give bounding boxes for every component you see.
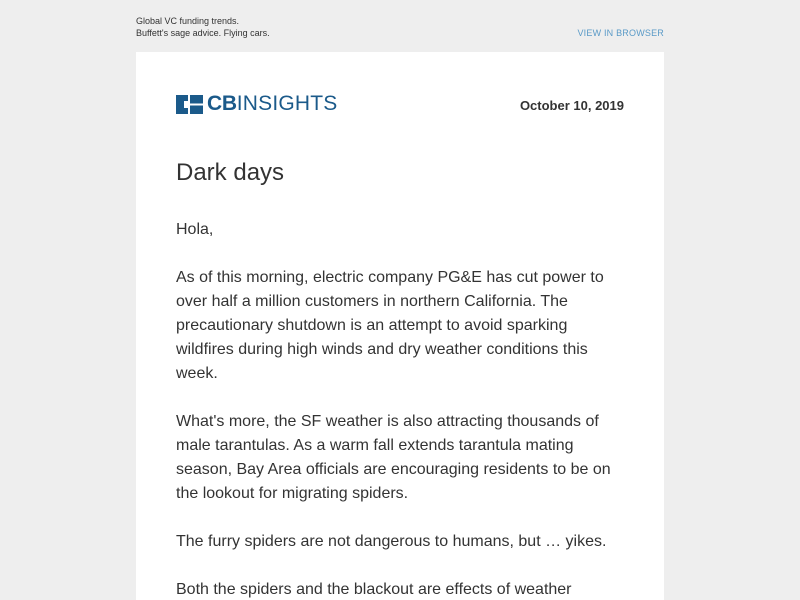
article-body: Hola, As of this morning, electric compa… bbox=[176, 218, 624, 600]
headline: Dark days bbox=[176, 159, 285, 186]
paragraph-2: What's more, the SF weather is also attr… bbox=[176, 413, 611, 502]
preheader-line-1: Global VC funding trends. bbox=[136, 16, 240, 26]
view-in-browser-link[interactable]: VIEW IN BROWSER bbox=[577, 27, 664, 39]
paragraph-4: Both the spiders and the blackout are ef… bbox=[176, 581, 572, 598]
logo-wordmark-bold: CB bbox=[207, 92, 237, 115]
preheader-text: Global VC funding trends. Buffett's sage… bbox=[136, 15, 270, 39]
logo-wordmark-light: INSIGHTS bbox=[236, 92, 338, 115]
issue-date: October 10, 2019 bbox=[519, 98, 624, 113]
logo-wordmark: CBINSIGHTS bbox=[207, 92, 338, 115]
email-header: CBINSIGHTS October 10, 2019 bbox=[176, 92, 624, 116]
preheader: Global VC funding trends. Buffett's sage… bbox=[136, 15, 664, 45]
paragraph-3: The furry spiders are not dangerous to h… bbox=[176, 533, 607, 550]
email-card: CBINSIGHTS October 10, 2019 Dark days Ho… bbox=[136, 52, 664, 600]
greeting: Hola, bbox=[176, 221, 214, 238]
cb-insights-logo-icon bbox=[176, 94, 203, 114]
preheader-line-2: Buffett's sage advice. Flying cars. bbox=[136, 28, 270, 38]
paragraph-1: As of this morning, electric company PG&… bbox=[176, 269, 604, 382]
cb-insights-logo[interactable]: CBINSIGHTS bbox=[176, 92, 338, 115]
